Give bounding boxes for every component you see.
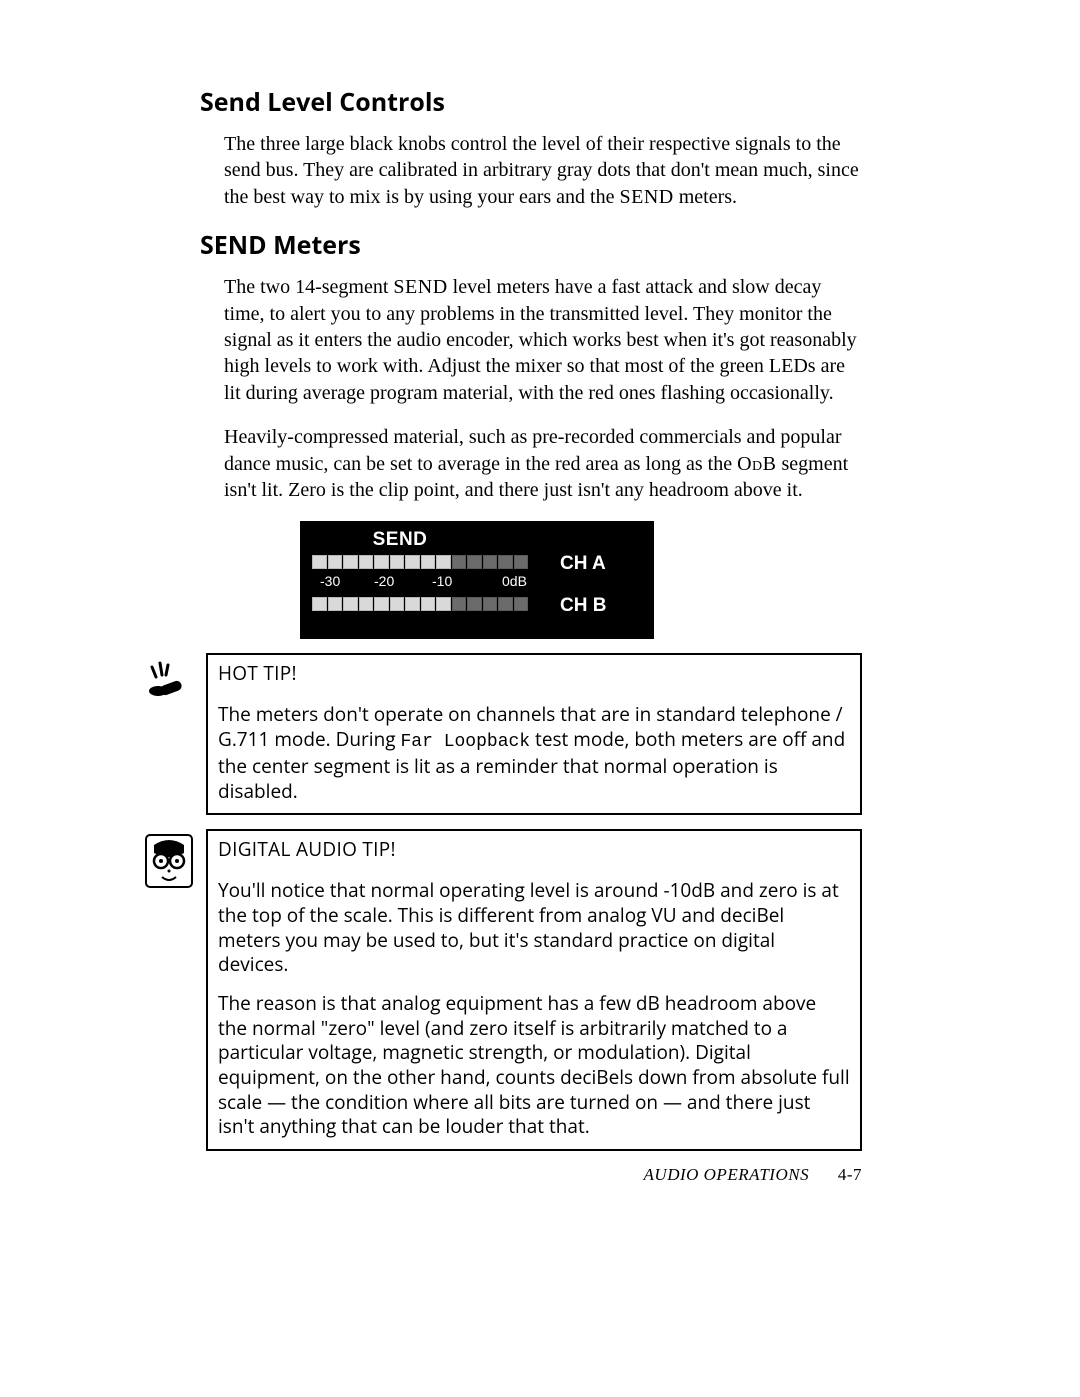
tip-paragraph: The reason is that analog equipment has … [218,991,850,1139]
digital-audio-tip-row: DIGITAL AUDIO TIP! You'll notice that no… [144,829,862,1151]
hot-tip-row: HOT TIP! The meters don't operate on cha… [144,653,862,815]
heading-send-meters: SEND Meters [200,228,862,262]
paragraph: Heavily-compressed material, such as pre… [200,424,862,503]
meter-channel-a-label: CH A [560,553,606,575]
tip-paragraph: You'll notice that normal operating leve… [218,878,850,977]
heading-send-level-controls: Send Level Controls [200,85,862,119]
paragraph: The two 14-segment SEND level meters hav… [200,274,862,406]
nerd-face-icon [144,829,194,889]
scale-label: -10 [432,573,452,589]
hot-tip-box: HOT TIP! The meters don't operate on cha… [206,653,862,815]
flashlight-icon [144,653,194,703]
text: meters. [674,186,737,208]
text: The three large black knobs control the … [224,133,859,208]
tip-title: HOT TIP! [218,661,850,686]
scale-label: -30 [320,573,340,589]
tip-title: DIGITAL AUDIO TIP! [218,837,850,862]
smallcaps-send: SEND [393,276,447,298]
digital-audio-tip-box: DIGITAL AUDIO TIP! You'll notice that no… [206,829,862,1151]
footer-section-label: AUDIO OPERATIONS [644,1165,810,1184]
paragraph: The three large black knobs control the … [200,131,862,210]
send-meter-figure: SEND CH A CH B -30 -20 -10 0dB [300,521,654,639]
smallcaps-odb: OdB [737,453,776,475]
meter-bar-a [312,555,528,569]
page-footer: AUDIO OPERATIONS 4-7 [644,1165,862,1185]
meter-bar-b [312,597,528,611]
footer-page-number: 4-7 [838,1165,862,1184]
meter-channel-b-label: CH B [560,595,606,617]
scale-label: 0dB [502,573,527,589]
smallcaps-send: SEND [620,186,674,208]
scale-label: -20 [374,573,394,589]
tip-paragraph: The meters don't operate on channels tha… [218,702,850,803]
mono-far-loopback: Far Loopback [400,732,530,752]
meter-title: SEND [300,529,500,551]
text: The two 14-segment [224,276,393,298]
